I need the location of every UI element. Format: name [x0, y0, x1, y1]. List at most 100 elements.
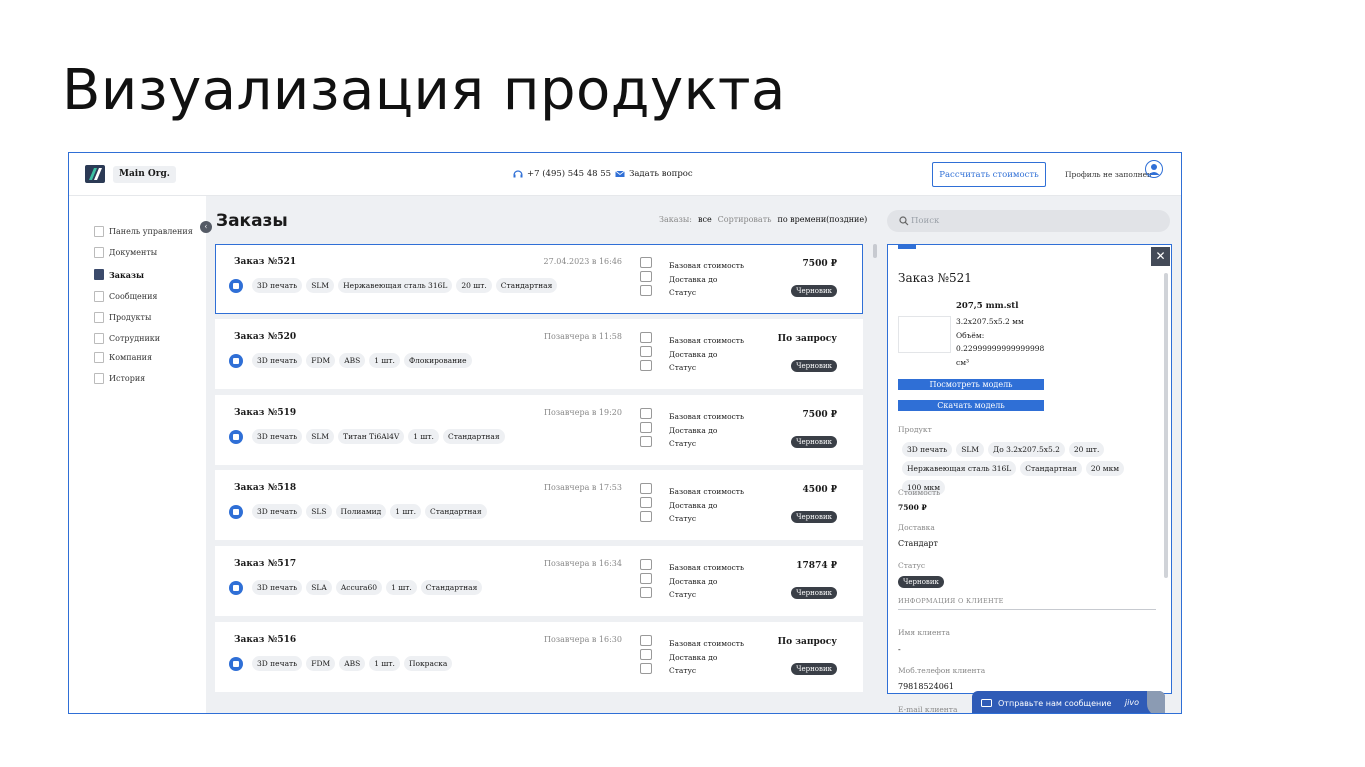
order-tag: Флокирование [403, 353, 472, 368]
price-tag-icon [640, 408, 652, 419]
chat-widget[interactable]: Отправьте нам сообщение jivo [972, 691, 1165, 713]
order-card[interactable]: Заказ №516 Позавчера в 16:30 3D печать FDM A… [215, 622, 863, 692]
sort-dropdown[interactable]: по времени(поздние) [777, 215, 867, 224]
sidebar-item-dashboard[interactable]: Панель управления [94, 226, 193, 237]
order-tag: 20 шт. [456, 278, 492, 293]
base-cost-label: Базовая стоимость [669, 412, 745, 421]
client-phone-value: 79818524061 [898, 682, 954, 691]
clipboard-icon [640, 360, 652, 371]
order-tags: 3D печать SLA Accura60 1 шт. Стандартная [252, 580, 483, 595]
status-label: Статус [669, 439, 697, 448]
clipboard-icon [640, 436, 652, 447]
sidebar-item-label: Панель управления [109, 227, 193, 236]
sidebar-item-products[interactable]: Продукты [94, 312, 151, 323]
collapse-sidebar-button[interactable]: ‹ [200, 221, 212, 233]
model-thumbnail[interactable] [898, 316, 951, 353]
product-tags: 3D печать SLM До 3.2x207.5x5.2 20 шт. Нержав… [902, 442, 1162, 495]
close-icon[interactable]: ✕ [1151, 247, 1170, 266]
order-tag: Полиамид [335, 504, 387, 519]
order-tag: 1 шт. [386, 580, 417, 595]
order-title: Заказ №520 [234, 332, 297, 342]
order-title: Заказ №517 [234, 559, 297, 569]
order-date: Позавчера в 16:34 [544, 559, 622, 568]
org-badge[interactable]: Main Org. [113, 166, 176, 183]
order-card[interactable]: Заказ №518 Позавчера в 17:53 3D печать SLS П… [215, 470, 863, 540]
client-name-value: - [898, 645, 901, 654]
status-label: Статус [669, 363, 697, 372]
order-date: Позавчера в 19:20 [544, 408, 622, 417]
base-cost-label: Базовая стоимость [669, 336, 745, 345]
price-tag-icon [640, 332, 652, 343]
calculate-cost-button[interactable]: Рассчитать стоимость [932, 162, 1046, 187]
order-card[interactable]: Заказ №517 Позавчера в 16:34 3D печать SLA A… [215, 546, 863, 616]
order-price: По запросу [777, 334, 837, 344]
sidebar-item-company[interactable]: Компания [94, 352, 152, 363]
sidebar-item-orders[interactable]: Заказы [94, 269, 144, 280]
chat-icon [981, 699, 992, 707]
status-badge: Черновик [791, 360, 837, 372]
status-label: Статус [669, 590, 697, 599]
sidebar-item-messages[interactable]: Сообщения [94, 291, 157, 302]
filter-dropdown[interactable]: все [698, 215, 712, 224]
cube-icon [229, 430, 243, 444]
sidebar-item-employees[interactable]: Сотрудники [94, 333, 160, 344]
file-name: 207,5 mm.stl [956, 301, 1019, 311]
status-label: Статус [898, 561, 926, 570]
users-icon [94, 333, 104, 344]
client-info-heading: ИНФОРМАЦИЯ О КЛИЕНТЕ [898, 597, 1004, 605]
order-tag: Стандартная [424, 504, 487, 519]
truck-icon [640, 271, 652, 282]
price-tag-icon [640, 559, 652, 570]
sidebar-item-label: Документы [109, 248, 158, 257]
contact-info: +7 (495) 545 48 55 Задать вопрос [513, 169, 693, 179]
status-label: Статус [669, 288, 697, 297]
phone-number[interactable]: +7 (495) 545 48 55 [527, 169, 611, 179]
meta-icons [640, 408, 652, 447]
order-tag: 1 шт. [408, 429, 439, 444]
order-tag: ABS [339, 656, 366, 671]
sort-label: Сортировать [717, 215, 772, 224]
logo-icon[interactable] [85, 165, 105, 183]
order-tag: FDM [306, 656, 336, 671]
truck-icon [640, 649, 652, 660]
detail-scrollbar[interactable] [1164, 273, 1168, 578]
slide-title: Визуализация продукта [62, 58, 786, 123]
product-tag: Нержавеющая сталь 316L [902, 461, 1017, 476]
sidebar-item-history[interactable]: История [94, 373, 145, 384]
search-input[interactable]: Поиск [887, 210, 1170, 232]
price-tag-icon [640, 635, 652, 646]
cube-icon [229, 581, 243, 595]
accent-bar [898, 245, 916, 249]
sidebar-item-documents[interactable]: Документы [94, 247, 157, 258]
order-card[interactable]: Заказ №521 27.04.2023 в 16:46 3D печать SLM… [215, 244, 863, 314]
view-model-button[interactable]: Посмотреть модель [898, 379, 1044, 390]
product-tag: 20 мкм [1085, 461, 1125, 476]
price-tag-icon [640, 483, 652, 494]
order-tag: SLS [306, 504, 332, 519]
order-tag: 3D печать [252, 353, 303, 368]
base-cost-label: Базовая стоимость [669, 487, 745, 496]
page-title: Заказы [216, 211, 288, 231]
order-price: 4500 ₽ [802, 485, 837, 495]
meta-labels: Базовая стоимость Доставка до Статус [669, 259, 744, 300]
order-price: 7500 ₽ [802, 259, 837, 269]
meta-labels: Базовая стоимость Доставка до Статус [669, 410, 744, 451]
profile-status[interactable]: Профиль не заполнен [1065, 170, 1152, 179]
delivery-label: Доставка до [669, 576, 718, 586]
order-title: Заказ №521 [234, 257, 297, 267]
order-card[interactable]: Заказ №519 Позавчера в 19:20 3D печать SLM Т… [215, 395, 863, 465]
order-card[interactable]: Заказ №520 Позавчера в 11:58 3D печать FDM A… [215, 319, 863, 389]
product-tag: 3D печать [902, 442, 953, 457]
download-model-button[interactable]: Скачать модель [898, 400, 1044, 411]
status-badge: Черновик [791, 436, 837, 448]
jivo-logo: jivo [1124, 698, 1139, 707]
sidebar-item-label: История [109, 374, 146, 383]
filter-label: Заказы: [659, 215, 692, 224]
order-tags: 3D печать SLS Полиамид 1 шт. Стандартная [252, 504, 487, 519]
avatar-icon[interactable] [1145, 160, 1163, 178]
scrollbar[interactable] [873, 244, 877, 258]
client-phone-label: Моб.телефон клиента [898, 666, 986, 675]
truck-icon [640, 422, 652, 433]
ask-question-link[interactable]: Задать вопрос [629, 169, 693, 179]
order-tag: SLM [306, 278, 335, 293]
